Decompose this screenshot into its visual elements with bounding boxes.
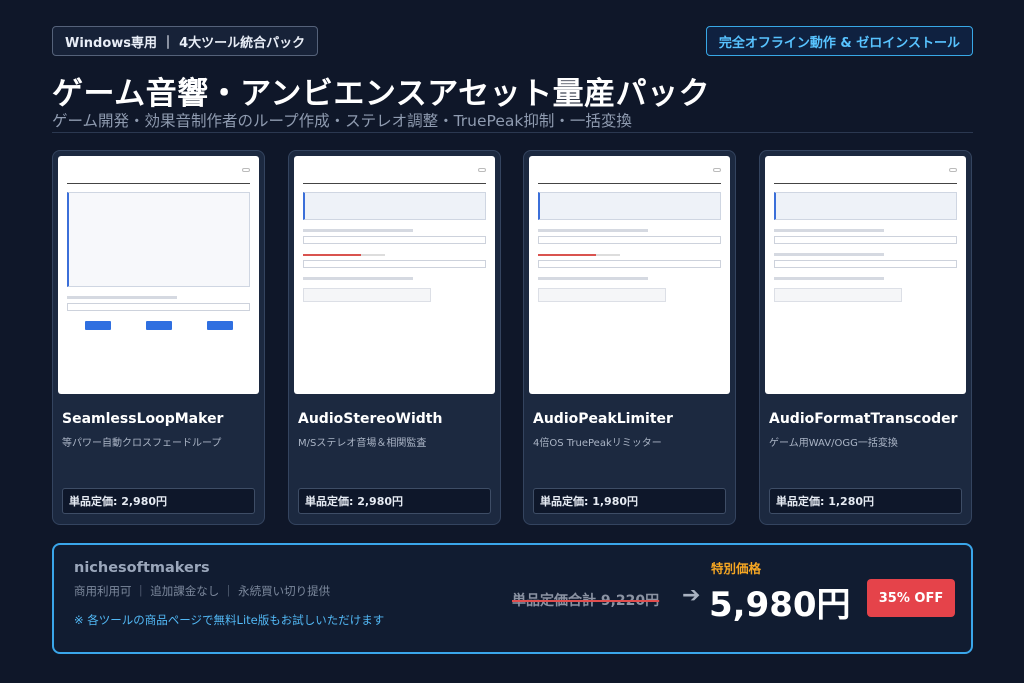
page-title: ゲーム音響・アンビエンスアセット量産パック xyxy=(52,76,711,112)
product-cards: SeamlessLoopMaker 等パワー自動クロスフェードループ 単品定価:… xyxy=(52,150,973,525)
product-card-audioformattranscoder[interactable]: AudioFormatTranscoder ゲーム用WAV/OGG一括変換 単品… xyxy=(759,150,972,525)
license-terms: 商用利用可 ｜ 追加課金なし ｜ 永続買い切り提供 xyxy=(74,584,331,598)
discount-badge: 35% OFF xyxy=(867,579,955,617)
product-screenshot xyxy=(58,156,259,394)
product-description: 等パワー自動クロスフェードループ xyxy=(62,438,222,449)
product-description: M/Sステレオ音場＆相関監査 xyxy=(298,438,427,449)
product-price: 単品定価: 1,280円 xyxy=(769,488,962,514)
bundle-price: 5,980円 xyxy=(709,585,851,625)
product-card-seamlessloopmaker[interactable]: SeamlessLoopMaker 等パワー自動クロスフェードループ 単品定価:… xyxy=(52,150,265,525)
arrow-right-icon: ➔ xyxy=(682,583,701,608)
brand-name: nichesoftmakers xyxy=(74,560,210,576)
header-divider xyxy=(52,132,973,133)
platform-badge: Windows専用 ｜ 4大ツール統合パック xyxy=(52,26,319,56)
page-subtitle: ゲーム開発・効果音制作者のループ作成・ステレオ調整・TruePeak抑制・一括変… xyxy=(52,112,632,130)
product-name: AudioStereoWidth xyxy=(298,411,443,427)
product-screenshot xyxy=(529,156,730,394)
product-screenshot xyxy=(765,156,966,394)
product-screenshot xyxy=(294,156,495,394)
lite-version-note[interactable]: ※ 各ツールの商品ページで無料Lite版もお試しいただけます xyxy=(74,612,384,628)
product-price: 単品定価: 2,980円 xyxy=(62,488,255,514)
product-price: 単品定価: 1,980円 xyxy=(533,488,726,514)
offline-badge: 完全オフライン動作 & ゼロインストール xyxy=(705,26,973,56)
product-card-audiostereowidth[interactable]: AudioStereoWidth M/Sステレオ音場＆相関監査 単品定価: 2,… xyxy=(288,150,501,525)
product-card-audiopeaklimiter[interactable]: AudioPeakLimiter 4倍OS TruePeakリミッター 単品定価… xyxy=(523,150,736,525)
product-price: 単品定価: 2,980円 xyxy=(298,488,491,514)
special-price-label: 特別価格 xyxy=(711,561,762,576)
bundle-offer-panel: nichesoftmakers 商用利用可 ｜ 追加課金なし ｜ 永続買い切り提… xyxy=(52,543,973,654)
product-name: AudioFormatTranscoder xyxy=(769,411,958,427)
product-description: 4倍OS TruePeakリミッター xyxy=(533,438,662,449)
original-total-price: 単品定価合計 9,220円 xyxy=(512,593,660,609)
product-description: ゲーム用WAV/OGG一括変換 xyxy=(769,438,898,449)
product-name: SeamlessLoopMaker xyxy=(62,411,224,427)
product-name: AudioPeakLimiter xyxy=(533,411,673,427)
